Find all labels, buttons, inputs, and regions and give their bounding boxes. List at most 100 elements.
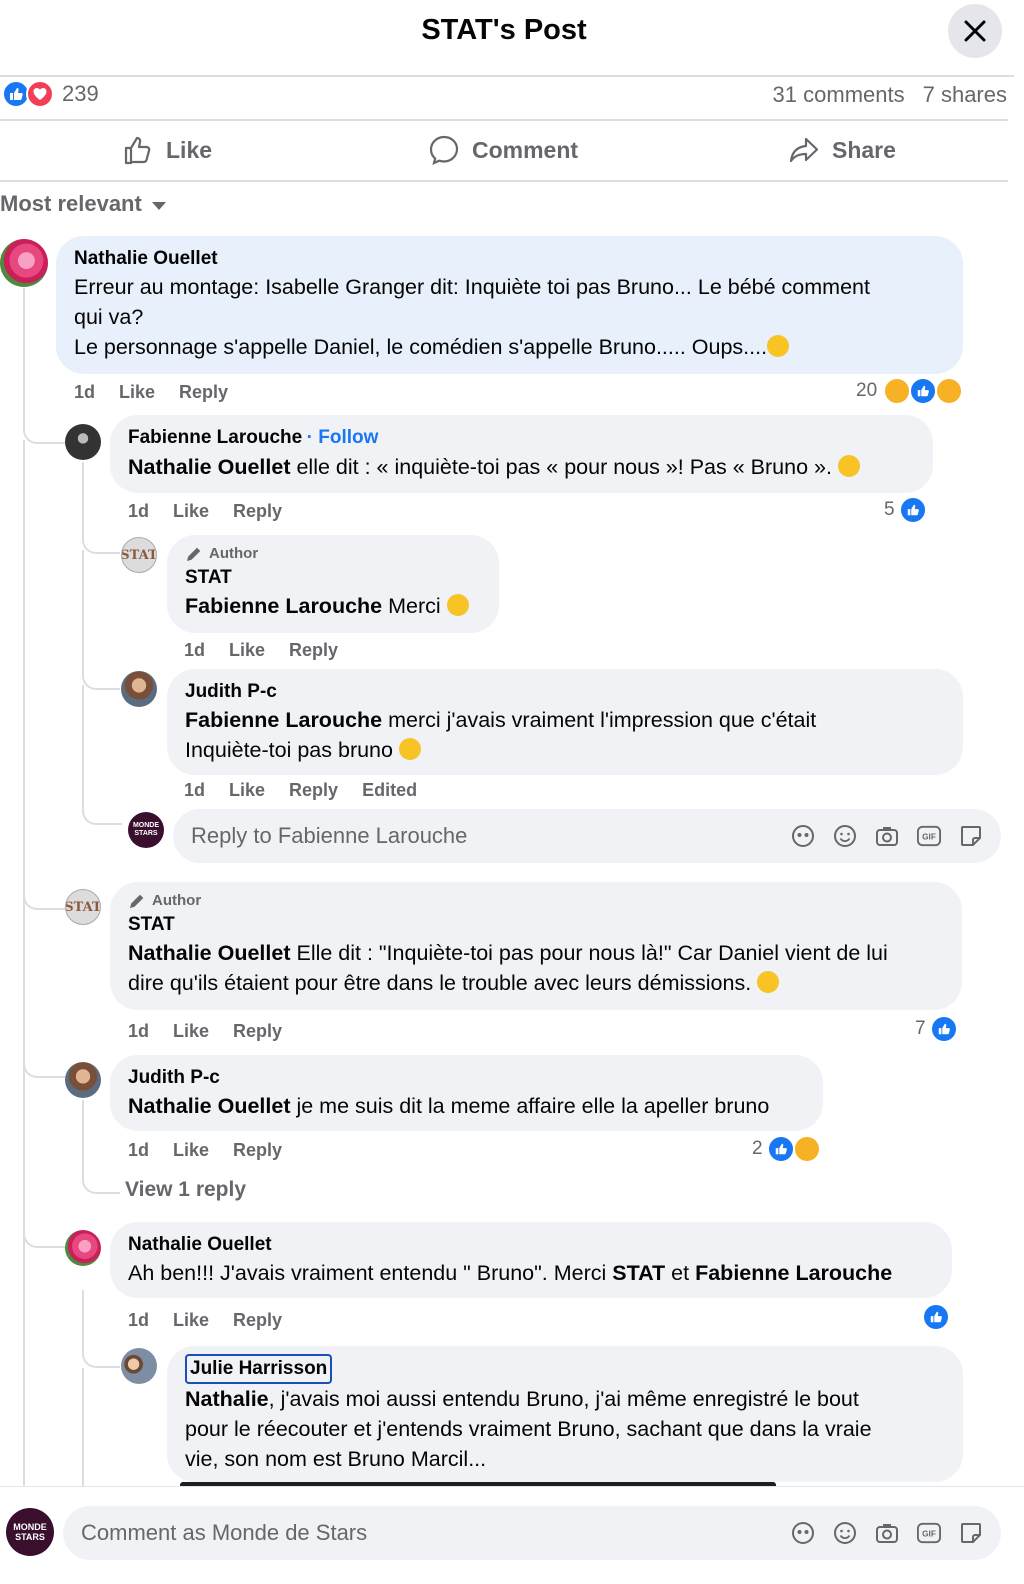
like-icon xyxy=(766,1135,795,1163)
comment-author[interactable]: STAT xyxy=(185,565,481,591)
comment-author[interactable]: Fabienne Larouche xyxy=(128,427,302,448)
thread-line xyxy=(23,440,25,1490)
comment-bubble: Author STAT Nathalie Ouellet Elle dit : … xyxy=(110,882,962,1010)
avatar[interactable] xyxy=(65,1230,101,1266)
avatar[interactable]: MONDE STARS xyxy=(128,812,164,848)
comment-reactions[interactable]: 7 xyxy=(915,1015,958,1043)
reply-link[interactable]: Reply xyxy=(179,382,228,403)
sticker-face-icon[interactable] xyxy=(959,1521,983,1545)
like-icon xyxy=(922,1303,950,1331)
comment-author[interactable]: Nathalie Ouellet xyxy=(128,1232,934,1258)
comment-reactions[interactable]: 2 xyxy=(752,1135,821,1163)
like-icon xyxy=(898,496,927,524)
reply-link[interactable]: Reply xyxy=(233,1140,282,1161)
comment-text-line: , j'avais moi aussi entendu Bruno, j'ai … xyxy=(268,1387,859,1411)
avatar-text: MONDE STARS xyxy=(132,822,160,837)
comment-author[interactable]: STAT xyxy=(128,912,944,938)
reply-link[interactable]: Reply xyxy=(289,640,338,661)
comment-icon xyxy=(429,135,459,165)
sort-dropdown[interactable]: Most relevant xyxy=(0,191,166,217)
avatar[interactable] xyxy=(121,671,157,707)
camera-icon[interactable] xyxy=(875,1521,899,1545)
like-link[interactable]: Like xyxy=(173,1140,209,1161)
view-replies-link[interactable]: View 1 reply xyxy=(125,1178,246,1202)
avatar[interactable] xyxy=(65,1062,101,1098)
mention[interactable]: Nathalie Ouellet xyxy=(128,1094,291,1118)
thread-line xyxy=(82,1290,120,1368)
emoji-icon[interactable] xyxy=(833,824,857,848)
like-icon xyxy=(929,1015,958,1043)
comment-reactions[interactable]: 20 xyxy=(856,377,964,405)
avatar[interactable] xyxy=(121,1348,157,1384)
like-link[interactable]: Like xyxy=(229,640,265,661)
avatar-icon[interactable] xyxy=(791,824,815,848)
mention[interactable]: Nathalie xyxy=(185,1387,269,1411)
follow-link[interactable]: · Follow xyxy=(307,427,379,448)
thumbs-up-icon xyxy=(124,136,151,165)
comment-time[interactable]: 1d xyxy=(184,780,205,801)
mention[interactable]: Fabienne Larouche xyxy=(185,708,382,732)
shares-count[interactable]: 7 shares xyxy=(923,82,1007,108)
pencil-icon xyxy=(130,894,144,908)
comment-bubble: Nathalie Ouellet Ah ben!!! J'avais vraim… xyxy=(110,1222,952,1298)
share-label: Share xyxy=(832,136,896,163)
comment-time[interactable]: 1d xyxy=(128,501,149,522)
avatar[interactable] xyxy=(65,424,101,460)
comment-label: Comment xyxy=(472,136,579,163)
reply-link[interactable]: Reply xyxy=(289,780,338,801)
reply-input[interactable]: Reply to Fabienne Larouche GIF xyxy=(173,809,1001,863)
like-link[interactable]: Like xyxy=(173,1021,209,1042)
comment-time[interactable]: 1d xyxy=(128,1310,149,1331)
like-button[interactable]: Like xyxy=(122,134,212,166)
share-button[interactable]: Share xyxy=(788,134,896,166)
comment-time[interactable]: 1d xyxy=(128,1140,149,1161)
mention[interactable]: Nathalie Ouellet xyxy=(128,455,291,479)
comment-author[interactable]: Nathalie Ouellet xyxy=(74,246,945,272)
comment-author[interactable]: Julie Harrisson xyxy=(185,1354,333,1384)
reaction-summary[interactable]: 239 xyxy=(2,80,99,108)
edited-label: Edited xyxy=(362,780,418,800)
like-icon xyxy=(909,377,938,405)
comment-author[interactable]: Judith P-c xyxy=(128,1065,805,1091)
camera-icon[interactable] xyxy=(875,824,899,848)
comment-time[interactable]: 1d xyxy=(74,382,95,403)
comment-button[interactable]: Comment xyxy=(428,134,578,166)
comment-text-line: Elle dit : "Inquiète-toi pas pour nous l… xyxy=(290,941,888,965)
like-link[interactable]: Like xyxy=(173,501,209,522)
reply-link[interactable]: Reply xyxy=(233,1021,282,1042)
avatar-icon[interactable] xyxy=(791,1521,815,1545)
close-button[interactable] xyxy=(948,4,1002,58)
comments-count[interactable]: 31 comments xyxy=(773,82,905,108)
mention[interactable]: Fabienne Larouche xyxy=(185,594,382,618)
reply-link[interactable]: Reply xyxy=(233,501,282,522)
comment-reactions[interactable] xyxy=(922,1303,950,1331)
comment-text-line: vie, son nom est Bruno Marcil... xyxy=(185,1447,487,1471)
comment-bubble: Nathalie Ouellet Erreur au montage: Isab… xyxy=(56,236,963,374)
svg-text:GIF: GIF xyxy=(922,832,936,842)
comment-author[interactable]: Judith P-c xyxy=(185,679,945,705)
mention[interactable]: Nathalie Ouellet xyxy=(128,941,291,965)
reply-link[interactable]: Reply xyxy=(233,1310,282,1331)
comment-input[interactable]: Comment as Monde de Stars GIF xyxy=(63,1506,1001,1560)
gif-icon[interactable]: GIF xyxy=(917,1521,941,1545)
like-link[interactable]: Like xyxy=(119,382,155,403)
sort-label: Most relevant xyxy=(0,191,142,216)
author-badge: Author xyxy=(152,892,202,909)
avatar[interactable]: MONDE STARS xyxy=(6,1508,54,1556)
avatar[interactable]: STAT xyxy=(121,537,157,573)
mention[interactable]: Fabienne Larouche xyxy=(695,1261,892,1285)
comment-time[interactable]: 1d xyxy=(128,1021,149,1042)
comment-reactions[interactable]: 5 xyxy=(884,496,927,524)
mention[interactable]: STAT xyxy=(612,1261,665,1285)
header-divider xyxy=(0,75,1014,77)
like-link[interactable]: Like xyxy=(229,780,265,801)
like-link[interactable]: Like xyxy=(173,1310,209,1331)
comment-time[interactable]: 1d xyxy=(184,640,205,661)
stats-divider xyxy=(0,119,1008,121)
gif-icon[interactable]: GIF xyxy=(917,824,941,848)
emoji-icon[interactable] xyxy=(833,1521,857,1545)
avatar[interactable]: STAT xyxy=(65,889,101,925)
avatar[interactable] xyxy=(0,239,48,287)
sticker-face-icon[interactable] xyxy=(959,824,983,848)
thread-line xyxy=(82,1368,84,1486)
